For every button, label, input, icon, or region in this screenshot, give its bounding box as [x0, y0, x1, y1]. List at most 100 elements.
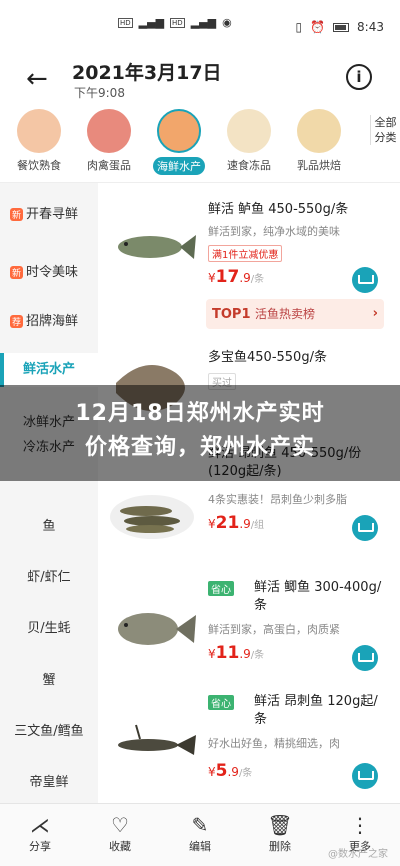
- category-image: [227, 109, 271, 153]
- product-desc: 4条实惠装！昂刺鱼少刺多脂: [208, 493, 347, 506]
- fish-image: [118, 724, 196, 755]
- banner-line-1: 12月18日郑州水产实时: [75, 401, 325, 426]
- page-time: 下午9:08: [74, 86, 125, 100]
- delete-button[interactable]: 🗑 删除: [250, 812, 310, 854]
- product-list: 鲜活 鲈鱼 450-550g/条 鲜活到家，纯净水域的美味 满1件立减优惠 ¥1…: [98, 183, 400, 803]
- price-dec: .9: [239, 647, 251, 661]
- edit-label: 编辑: [189, 840, 211, 853]
- sidebar-badge: 新: [10, 208, 24, 221]
- status-bar: HD ▂▄▆ HD ▂▄▆ ◉ ▯ ⏰ 8:43: [0, 0, 400, 50]
- product-desc: 鲜活到家，纯净水域的美味: [208, 225, 340, 238]
- category-image: [17, 109, 61, 153]
- wifi-icon: ◉: [222, 16, 232, 29]
- signal-icon-2: ▂▄▆: [190, 16, 217, 29]
- watermark: @数水产之家: [328, 849, 388, 860]
- product-name: 鲜活 鲈鱼 450-550g/条: [208, 202, 349, 217]
- product-price: ¥5.9/条: [208, 761, 253, 781]
- add-to-cart-icon[interactable]: [352, 763, 378, 789]
- price-int: 11: [215, 643, 240, 663]
- status-right: ▯ ⏰ 8:43: [295, 20, 384, 34]
- sidebar-badge: 荐: [10, 315, 24, 328]
- category-label: 乳品烘焙: [297, 159, 341, 172]
- sidebar-item[interactable]: 荐招牌海鲜: [0, 310, 98, 329]
- sidebar-item-active[interactable]: 鲜活水产: [0, 353, 98, 387]
- sidebar-item[interactable]: 虾/虾仁: [0, 566, 98, 585]
- fish-image: [110, 495, 194, 539]
- category-item[interactable]: 肉禽蛋品: [76, 109, 142, 173]
- product-desc: 鲜活到家，高蛋白，肉质紧: [208, 623, 340, 636]
- sidebar-label: 时令美味: [26, 265, 79, 280]
- sidebar-item[interactable]: 新时令美味: [0, 261, 98, 280]
- battery-icon: [333, 22, 350, 32]
- price-unit: /组: [250, 520, 265, 531]
- product-price: ¥17.9/条: [208, 267, 265, 287]
- hd-badge-2: HD: [170, 17, 185, 28]
- product-name: 鲜活 昂刺鱼 120g起/条: [254, 694, 378, 727]
- product-desc: 好水出好鱼，精挑细选，肉: [208, 737, 340, 750]
- price-int: 17: [215, 267, 240, 287]
- category-image: [87, 109, 131, 153]
- price-int: 21: [215, 513, 240, 533]
- share-icon: ⋌: [30, 813, 50, 837]
- sidebar: 新开春寻鲜 新时令美味 荐招牌海鲜 鲜活水产 冰鲜水产 冷冻水产 鱼 虾/虾仁 …: [0, 183, 98, 803]
- product-price: ¥11.9/条: [208, 643, 265, 663]
- all-categories-button[interactable]: 全部分类: [370, 115, 400, 145]
- price-unit: /条: [238, 768, 253, 779]
- add-to-cart-icon[interactable]: [352, 515, 378, 541]
- top1-ranking-banner[interactable]: TOP1 活鱼热卖榜 ›: [206, 299, 384, 329]
- status-left: HD ▂▄▆ HD ▂▄▆ ◉: [118, 16, 232, 29]
- info-circle-icon[interactable]: i: [346, 64, 372, 90]
- clock: 8:43: [357, 20, 384, 34]
- top1-badge: TOP1: [212, 307, 251, 322]
- sidebar-item[interactable]: 贝/生蚝: [0, 617, 98, 636]
- favorite-button[interactable]: ♡ 收藏: [90, 812, 150, 854]
- sidebar-label: 开春寻鲜: [26, 207, 79, 222]
- price-unit: /条: [250, 274, 265, 285]
- edit-icon: ✎: [191, 813, 209, 837]
- product-name: 鲜活 鲫鱼 300-400g/条: [254, 580, 382, 613]
- back-arrow-icon[interactable]: ←: [26, 64, 48, 94]
- page-date: 2021年3月17日: [72, 62, 222, 84]
- alarm-icon: ⏰: [310, 20, 326, 34]
- favorite-label: 收藏: [109, 840, 131, 853]
- category-label: 海鲜水产: [153, 157, 205, 175]
- sidebar-item[interactable]: 鱼: [0, 515, 98, 534]
- category-image: [297, 109, 341, 153]
- edit-button[interactable]: ✎ 编辑: [170, 812, 230, 854]
- more-icon: ⋮: [350, 813, 370, 837]
- price-unit: /条: [250, 650, 265, 661]
- vibrate-icon: ▯: [295, 20, 303, 34]
- category-item-active[interactable]: 海鲜水产: [146, 109, 212, 175]
- price-dec: .9: [239, 517, 251, 531]
- sidebar-item[interactable]: 蟹: [0, 669, 98, 688]
- product-tag: 满1件立减优惠: [208, 245, 283, 262]
- category-item[interactable]: 餐饮熟食: [6, 109, 72, 173]
- share-label: 分享: [29, 840, 51, 853]
- header: ← 2021年3月17日 下午9:08 i: [0, 50, 400, 105]
- fish-image: [118, 613, 196, 645]
- sidebar-item[interactable]: 三文鱼/鳕鱼: [0, 720, 98, 739]
- sidebar-item[interactable]: 新开春寻鲜: [0, 203, 98, 222]
- category-item[interactable]: 速食冻品: [216, 109, 282, 173]
- sidebar-badge: 新: [10, 266, 24, 279]
- price-dec: .9: [239, 271, 251, 285]
- signal-icon: ▂▄▆: [138, 16, 165, 29]
- banner-line-2: 价格查询，郑州水产实: [84, 435, 315, 460]
- category-item[interactable]: 乳品烘焙: [286, 109, 352, 173]
- hd-badge-1: HD: [118, 17, 133, 28]
- product-name: 多宝鱼450-550g/条: [208, 350, 327, 365]
- sidebar-label: 招牌海鲜: [26, 314, 79, 329]
- sidebar-item[interactable]: 帝皇鲜: [0, 771, 98, 790]
- product-price: ¥21.9/组: [208, 513, 265, 533]
- top1-text: 活鱼热卖榜: [255, 307, 316, 321]
- category-label: 餐饮熟食: [17, 159, 61, 172]
- add-to-cart-icon[interactable]: [352, 645, 378, 671]
- bottom-toolbar: ⋌ 分享 ♡ 收藏 ✎ 编辑 🗑 删除 ⋮ 更多 @数水产之家: [0, 803, 400, 866]
- category-label: 速食冻品: [227, 159, 271, 172]
- category-image: [157, 109, 201, 153]
- add-to-cart-icon[interactable]: [352, 267, 378, 293]
- share-button[interactable]: ⋌ 分享: [10, 812, 70, 854]
- delete-label: 删除: [269, 840, 291, 853]
- category-label: 肉禽蛋品: [87, 159, 131, 172]
- price-int: 5: [215, 761, 228, 781]
